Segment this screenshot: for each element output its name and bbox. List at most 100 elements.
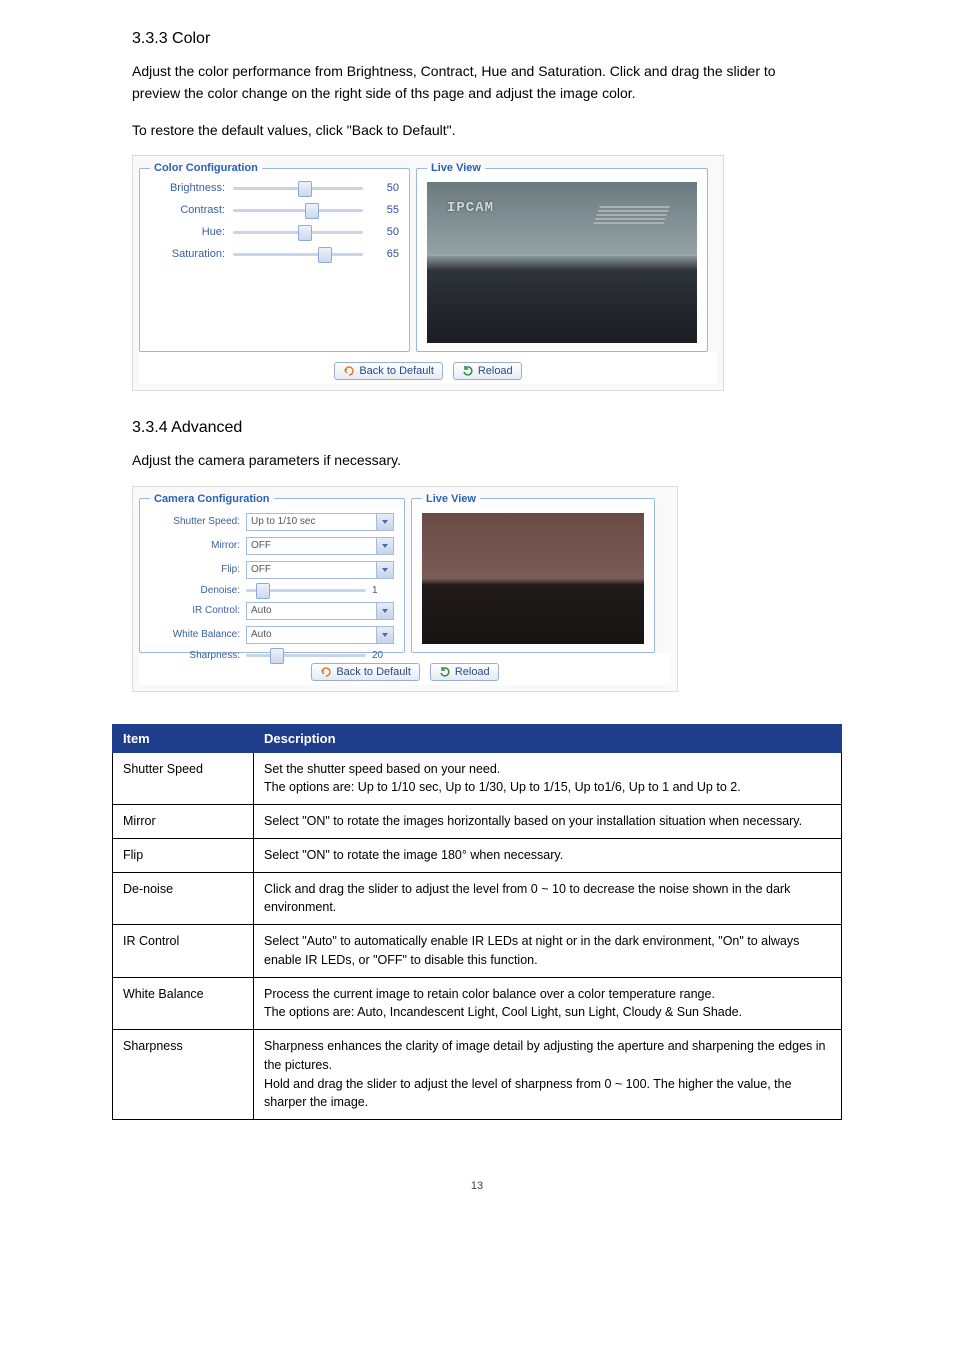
th-desc: Description [254,724,842,752]
slider-sharpness[interactable] [246,650,366,660]
live-view-legend-advanced: Live View [422,493,480,505]
reload-label-adv: Reload [455,666,490,678]
th-item: Item [113,724,254,752]
back-to-default-button[interactable]: Back to Default [334,362,443,380]
combo-shutter[interactable]: Up to 1/10 sec [246,513,394,531]
label-denoise: Denoise: [150,585,240,596]
row-ircontrol: IR Control: Auto [150,602,394,620]
table-row: IR ControlSelect "Auto" to automatically… [113,925,842,978]
back-to-default-button-adv[interactable]: Back to Default [311,663,420,681]
back-icon [320,666,332,678]
value-contrast: 55 [371,204,399,216]
label-whitebalance: White Balance: [150,629,240,640]
cell-item: IR Control [113,925,254,978]
live-view-legend-color: Live View [427,162,485,174]
table-row: FlipSelect "ON" to rotate the image 180°… [113,838,842,872]
combo-mirror[interactable]: OFF [246,537,394,555]
label-ircontrol: IR Control: [150,605,240,616]
reload-button[interactable]: Reload [453,362,522,380]
chevron-down-icon [376,562,393,578]
live-view-panel-advanced: Live View [411,493,655,653]
reload-icon [462,365,474,377]
table-row: White BalanceProcess the current image t… [113,977,842,1030]
row-hue: Hue: 50 [150,226,399,238]
cell-item: White Balance [113,977,254,1030]
row-saturation: Saturation: 65 [150,248,399,260]
camera-config-panel: Camera Configuration Shutter Speed: Up t… [139,493,405,653]
table-row: De-noiseClick and drag the slider to adj… [113,872,842,925]
cell-desc: Select "ON" to rotate the images horizon… [254,805,842,839]
back-icon [343,365,355,377]
label-mirror: Mirror: [150,540,240,551]
label-hue: Hue: [150,226,225,238]
row-whitebalance: White Balance: Auto [150,626,394,644]
value-brightness: 50 [371,182,399,194]
reload-label: Reload [478,365,513,377]
chevron-down-icon [376,627,393,643]
button-bar-color: Back to Default Reload [139,352,717,384]
row-flip: Flip: OFF [150,561,394,579]
combo-ircontrol[interactable]: Auto [246,602,394,620]
cell-item: Shutter Speed [113,752,254,805]
label-brightness: Brightness: [150,182,225,194]
live-view-panel-color: Live View IPCAM [416,162,708,352]
chevron-down-icon [376,538,393,554]
value-hue: 50 [371,226,399,238]
value-saturation: 65 [371,248,399,260]
table-row: Shutter SpeedSet the shutter speed based… [113,752,842,805]
back-to-default-label-adv: Back to Default [336,666,411,678]
cell-desc: Select "ON" to rotate the image 180° whe… [254,838,842,872]
combo-whitebalance[interactable]: Auto [246,626,394,644]
color-screenshot: Color Configuration Brightness: 50 Contr… [132,155,724,391]
parameters-table: Item Description Shutter SpeedSet the sh… [112,724,842,1121]
slider-brightness[interactable] [233,183,363,193]
page-number: 13 [0,1180,954,1192]
color-config-legend: Color Configuration [150,162,262,174]
row-sharpness: Sharpness: 20 [150,650,394,661]
label-saturation: Saturation: [150,248,225,260]
value-sharpness: 20 [372,650,394,661]
para-advanced-1: Adjust the camera parameters if necessar… [132,449,822,471]
row-mirror: Mirror: OFF [150,537,394,555]
color-config-panel: Color Configuration Brightness: 50 Contr… [139,162,410,352]
slider-saturation[interactable] [233,249,363,259]
reload-icon [439,666,451,678]
slider-hue[interactable] [233,227,363,237]
value-denoise: 1 [372,585,394,596]
heading-color: 3.3.3 Color [132,30,822,48]
para-color-2: To restore the default values, click "Ba… [132,119,822,141]
cell-desc: Set the shutter speed based on your need… [254,752,842,805]
cell-item: Sharpness [113,1030,254,1120]
advanced-screenshot: Camera Configuration Shutter Speed: Up t… [132,486,678,692]
row-denoise: Denoise: 1 [150,585,394,596]
cell-desc: Click and drag the slider to adjust the … [254,872,842,925]
ipcam-overlay: IPCAM [447,200,494,216]
cell-item: Flip [113,838,254,872]
reload-button-adv[interactable]: Reload [430,663,499,681]
slider-contrast[interactable] [233,205,363,215]
row-shutter: Shutter Speed: Up to 1/10 sec [150,513,394,531]
label-contrast: Contrast: [150,204,225,216]
cell-item: De-noise [113,872,254,925]
slider-denoise[interactable] [246,585,366,595]
chevron-down-icon [376,514,393,530]
table-row: MirrorSelect "ON" to rotate the images h… [113,805,842,839]
row-brightness: Brightness: 50 [150,182,399,194]
table-row: SharpnessSharpness enhances the clarity … [113,1030,842,1120]
cell-item: Mirror [113,805,254,839]
cell-desc: Sharpness enhances the clarity of image … [254,1030,842,1120]
live-image-advanced [422,513,644,644]
back-to-default-label: Back to Default [359,365,434,377]
camera-config-legend: Camera Configuration [150,493,274,505]
label-flip: Flip: [150,564,240,575]
heading-advanced: 3.3.4 Advanced [132,419,822,437]
para-color-1: Adjust the color performance from Bright… [132,60,822,105]
label-shutter: Shutter Speed: [150,516,240,527]
cell-desc: Process the current image to retain colo… [254,977,842,1030]
label-sharpness: Sharpness: [150,650,240,661]
combo-flip[interactable]: OFF [246,561,394,579]
chevron-down-icon [376,603,393,619]
cell-desc: Select "Auto" to automatically enable IR… [254,925,842,978]
row-contrast: Contrast: 55 [150,204,399,216]
live-image-color: IPCAM [427,182,697,343]
